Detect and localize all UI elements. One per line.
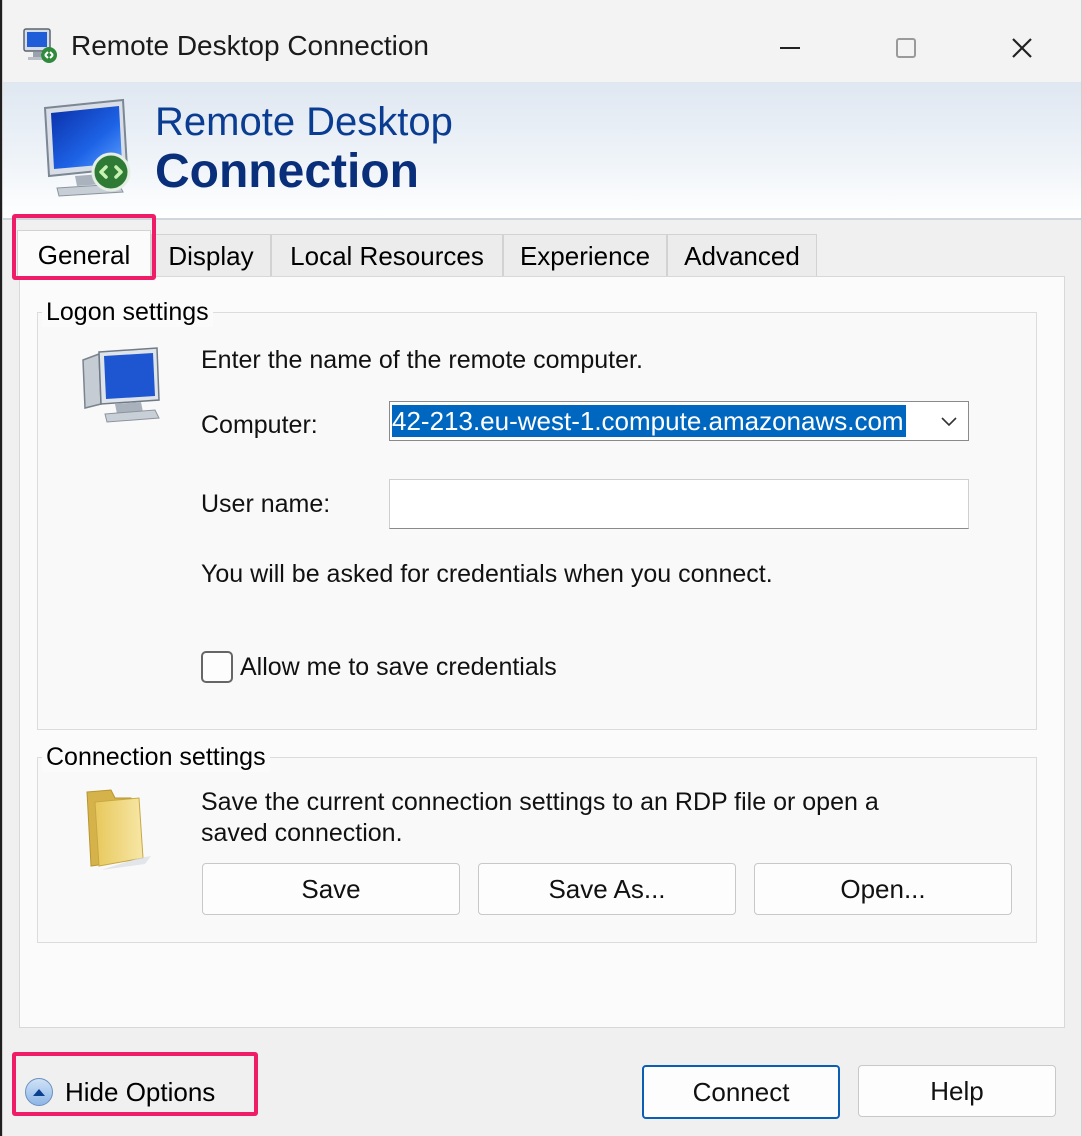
rdp-window: Remote Desktop Connection Remote Desktop — [2, 0, 1082, 1136]
save-credentials-label[interactable]: Allow me to save credentials — [240, 653, 557, 682]
minimize-icon — [780, 47, 800, 49]
tab-display[interactable]: Display — [151, 234, 271, 277]
remote-desktop-app-icon — [23, 28, 57, 63]
maximize-button[interactable] — [861, 18, 951, 78]
banner-title-line1: Remote Desktop — [155, 100, 453, 144]
computer-combobox[interactable]: 42-213.eu-west-1.compute.amazonaws.com — [389, 401, 969, 441]
hide-options-highlight — [12, 1052, 258, 1116]
computer-value[interactable]: 42-213.eu-west-1.compute.amazonaws.com — [392, 405, 906, 437]
connection-settings-group — [37, 757, 1037, 943]
logon-settings-title: Logon settings — [42, 298, 213, 327]
chevron-down-icon[interactable] — [940, 412, 958, 430]
close-icon — [1012, 38, 1032, 58]
connection-description-line2: saved connection. — [201, 819, 403, 847]
connection-description-line1: Save the current connection settings to … — [201, 788, 879, 816]
username-label: User name: — [201, 490, 331, 518]
remote-desktop-logo-icon — [43, 98, 131, 197]
save-as-button[interactable]: Save As... — [478, 863, 736, 915]
minimize-button[interactable] — [745, 18, 835, 78]
computer-label: Computer: — [201, 411, 318, 439]
credentials-note: You will be asked for credentials when y… — [201, 560, 773, 588]
window-title: Remote Desktop Connection — [71, 30, 429, 61]
open-button[interactable]: Open... — [754, 863, 1012, 915]
help-button[interactable]: Help — [858, 1065, 1056, 1117]
tab-experience[interactable]: Experience — [503, 234, 667, 277]
close-button[interactable] — [977, 18, 1067, 78]
general-tab-highlight — [12, 214, 156, 280]
tab-local-resources[interactable]: Local Resources — [271, 234, 503, 277]
username-input[interactable] — [389, 479, 969, 529]
folder-icon — [86, 789, 151, 870]
save-button[interactable]: Save — [202, 863, 460, 915]
connect-button[interactable]: Connect — [642, 1065, 840, 1119]
banner-title-line2: Connection — [155, 145, 419, 198]
title-bar[interactable]: Remote Desktop Connection — [3, 0, 1081, 82]
connection-settings-title: Connection settings — [42, 743, 270, 772]
tab-advanced[interactable]: Advanced — [667, 234, 817, 277]
computer-icon — [82, 347, 160, 423]
header-banner: Remote Desktop Connection — [3, 82, 1081, 220]
logon-instruction: Enter the name of the remote computer. — [201, 346, 643, 374]
maximize-icon — [896, 38, 916, 58]
save-credentials-checkbox[interactable] — [201, 651, 233, 683]
